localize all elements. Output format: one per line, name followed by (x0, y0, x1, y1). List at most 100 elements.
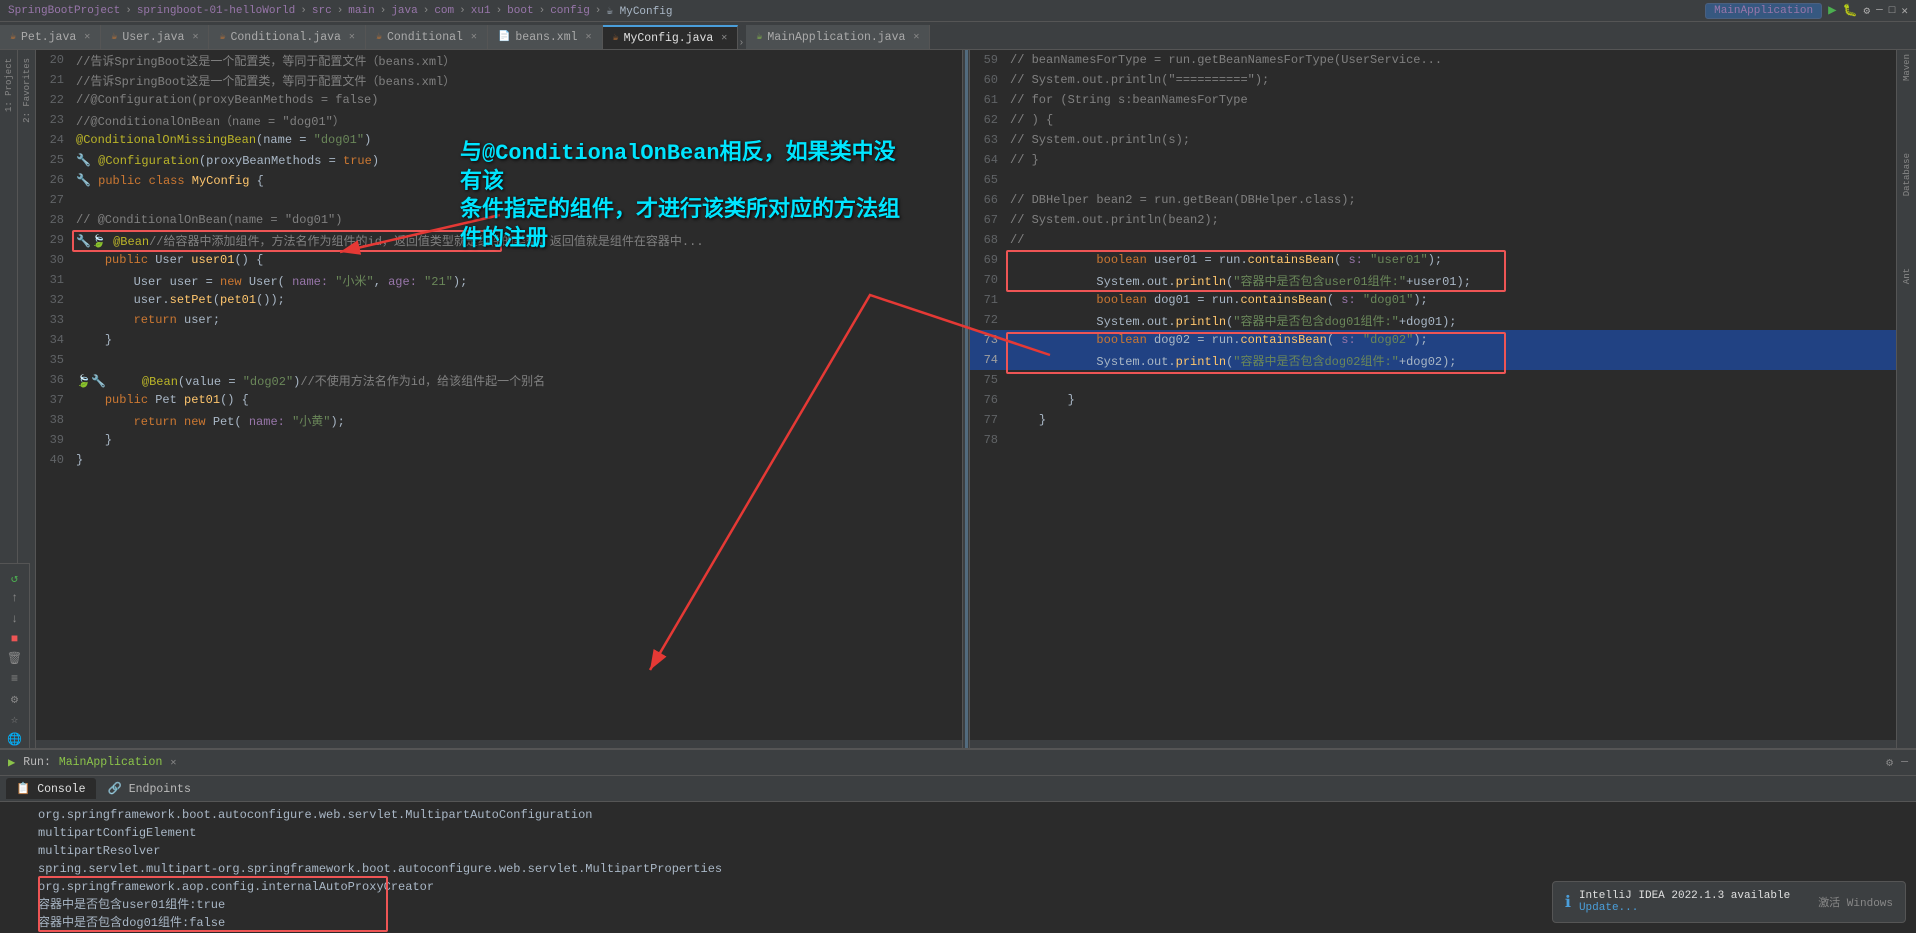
breadcrumb-project[interactable]: SpringBootProject (8, 5, 120, 17)
code-line-21: 21 //告诉SpringBoot这是一个配置类，等同于配置文件（beans.x… (36, 70, 962, 90)
tab-mainapplication-java[interactable]: ☕ MainApplication.java ✕ (746, 25, 930, 49)
console-line-2: multipartResolver (38, 842, 1908, 860)
intellij-notification: ℹ IntelliJ IDEA 2022.1.3 available Updat… (1552, 881, 1906, 923)
run-app-name: MainApplication (59, 756, 163, 769)
tab-overflow-arrow[interactable]: › (738, 38, 746, 49)
code-line-38: 38 return new Pet( name: "小黄"); (36, 410, 962, 430)
right-code-line-72: 72 System.out.println("容器中是否包含dog01组件:"+… (970, 310, 1896, 330)
code-line-27: 27 (36, 190, 962, 210)
editor-divider (962, 50, 970, 748)
clear-icon[interactable]: 🗑 (5, 651, 25, 667)
stop-icon[interactable]: ■ (5, 631, 25, 647)
tab-conditional-java[interactable]: ☕ Conditional.java ✕ (209, 25, 365, 49)
tab-beans-xml[interactable]: 📄 beans.xml ✕ (488, 25, 603, 49)
right-code-line-75: 75 (970, 370, 1896, 390)
breadcrumb-main[interactable]: main (348, 5, 374, 17)
left-hscrollbar[interactable] (36, 740, 962, 748)
database-label[interactable]: Database (1902, 153, 1912, 196)
right-code-line-63: 63 // System.out.println(s); (970, 130, 1896, 150)
rerun-icon[interactable]: ↺ (5, 570, 25, 586)
maven-label[interactable]: Maven (1902, 54, 1912, 81)
bottom-action-bar: ↺ ↑ ↓ ■ 🗑 ≡ ⚙ ☆ 🌐 (0, 563, 30, 748)
right-code-line-74: 74 System.out.println("容器中是否包含dog02组件:"+… (970, 350, 1896, 370)
tab-myconfig-java[interactable]: ☕ MyConfig.java ✕ (603, 25, 739, 49)
right-code-line-69: 69 boolean user01 = run.containsBean( s:… (970, 250, 1896, 270)
code-line-28: 28 // @ConditionalOnBean(name = "dog01") (36, 210, 962, 230)
right-code-line-76: 76 } (970, 390, 1896, 410)
settings-bottom-icon[interactable]: ⚙ (5, 691, 25, 707)
code-line-30: 30 public User user01() { (36, 250, 962, 270)
console-line-0: org.springframework.boot.autoconfigure.w… (38, 806, 1908, 824)
breadcrumb-boot[interactable]: boot (507, 5, 533, 17)
breadcrumb-config[interactable]: config (550, 5, 590, 17)
code-line-20: 20 //告诉SpringBoot这是一个配置类，等同于配置文件（beans.x… (36, 50, 962, 70)
tabbar: ☕ Pet.java ✕ ☕ User.java ✕ ☕ Conditional… (0, 22, 1916, 50)
console-line-3: spring.servlet.multipart-org.springframe… (38, 860, 1908, 878)
web-icon[interactable]: 🌐 (5, 732, 25, 748)
tab-user-java[interactable]: ☕ User.java ✕ (101, 25, 209, 49)
breadcrumb-myconfig[interactable]: ☕ MyConfig (606, 4, 672, 18)
run-button[interactable]: ▶ (1828, 2, 1836, 19)
run-close-icon[interactable]: ✕ (170, 757, 176, 769)
minimize-icon[interactable]: ─ (1876, 5, 1883, 17)
right-code-line-66: 66 // DBHelper bean2 = run.getBean(DBHel… (970, 190, 1896, 210)
tab-conditional[interactable]: ☕ Conditional ✕ (366, 25, 488, 49)
code-lines-left: 20 //告诉SpringBoot这是一个配置类，等同于配置文件（beans.x… (36, 50, 962, 470)
notification-update-link[interactable]: Update... (1579, 902, 1638, 914)
settings-icon[interactable]: ⚙ (1864, 4, 1871, 18)
right-code-line-67: 67 // System.out.println(bean2); (970, 210, 1896, 230)
right-code-line-68: 68 // (970, 230, 1896, 250)
bookmark-icon[interactable]: ☆ (5, 712, 25, 728)
code-line-36: 36 🍃🔧 @Bean(value = "dog02")//不使用方法名作为id… (36, 370, 962, 390)
scroll-down-icon[interactable]: ↓ (5, 610, 25, 626)
breadcrumb-xu1[interactable]: xu1 (471, 5, 491, 17)
console-line-1: multipartConfigElement (38, 824, 1908, 842)
right-controls: MainApplication ▶ 🐛 ⚙ ─ □ ✕ (1705, 2, 1908, 19)
right-code-line-78: 78 (970, 430, 1896, 450)
code-line-34: 34 } (36, 330, 962, 350)
maximize-icon[interactable]: □ (1889, 5, 1896, 17)
code-line-32: 32 user.setPet(pet01()); (36, 290, 962, 310)
run-label: Run: (23, 756, 51, 769)
run-collapse-icon[interactable]: ─ (1901, 756, 1908, 769)
tab-console[interactable]: 📋 Console (6, 778, 96, 799)
debug-button[interactable]: 🐛 (1843, 3, 1858, 18)
activate-windows-text: 激活 Windows (1818, 894, 1893, 910)
left-code-panel: 20 //告诉SpringBoot这是一个配置类，等同于配置文件（beans.x… (36, 50, 962, 748)
run-header: ▶ Run: MainApplication ✕ ⚙ ─ (0, 750, 1916, 776)
editor-container: 20 //告诉SpringBoot这是一个配置类，等同于配置文件（beans.x… (36, 50, 1916, 748)
scroll-up-icon[interactable]: ↑ (5, 590, 25, 606)
topbar: SpringBootProject › springboot-01-helloW… (0, 0, 1916, 22)
right-panel-sidebar: Maven Database Ant (1896, 50, 1916, 748)
right-hscrollbar[interactable] (970, 740, 1896, 748)
code-line-22: 22 //@Configuration(proxyBeanMethods = f… (36, 90, 962, 110)
sidebar-item-favorites[interactable]: 2: Favorites (22, 58, 32, 123)
code-line-35: 35 (36, 350, 962, 370)
sidebar-item-project[interactable]: 1: Project (4, 58, 14, 112)
breadcrumb-java[interactable]: java (391, 5, 417, 17)
filter-icon[interactable]: ≡ (5, 671, 25, 687)
code-line-23: 23 //@ConditionalOnBean（name = "dog01"） (36, 110, 962, 130)
run-config-selector[interactable]: MainApplication (1705, 3, 1822, 19)
ant-label[interactable]: Ant (1902, 268, 1912, 284)
right-code-line-65: 65 (970, 170, 1896, 190)
tab-endpoints[interactable]: 🔗 Endpoints (98, 778, 201, 799)
right-code-line-71: 71 boolean dog01 = run.containsBean( s: … (970, 290, 1896, 310)
breadcrumb: SpringBootProject › springboot-01-helloW… (8, 4, 1705, 18)
breadcrumb-module[interactable]: springboot-01-helloWorld (137, 5, 295, 17)
code-line-26: 26 🔧 public class MyConfig { (36, 170, 962, 190)
code-line-33: 33 return user; (36, 310, 962, 330)
code-line-29: 29 🔧🍃 @Bean//给容器中添加组件，方法名作为组件的id，返回值类型就是… (36, 230, 962, 250)
right-code-line-64: 64 // } (970, 150, 1896, 170)
breadcrumb-com[interactable]: com (434, 5, 454, 17)
right-code-line-73: 73 boolean dog02 = run.containsBean( s: … (970, 330, 1896, 350)
run-settings-icon[interactable]: ⚙ (1886, 755, 1893, 770)
close-icon[interactable]: ✕ (1901, 4, 1908, 18)
right-code-line-77: 77 } (970, 410, 1896, 430)
breadcrumb-src[interactable]: src (312, 5, 332, 17)
right-code-line-62: 62 // ) { (970, 110, 1896, 130)
tab-pet-java[interactable]: ☕ Pet.java ✕ (0, 25, 101, 49)
code-line-31: 31 User user = new User( name: "小米", age… (36, 270, 962, 290)
run-app-icon: ▶ (8, 755, 15, 770)
notification-title: IntelliJ IDEA 2022.1.3 available (1579, 890, 1790, 902)
